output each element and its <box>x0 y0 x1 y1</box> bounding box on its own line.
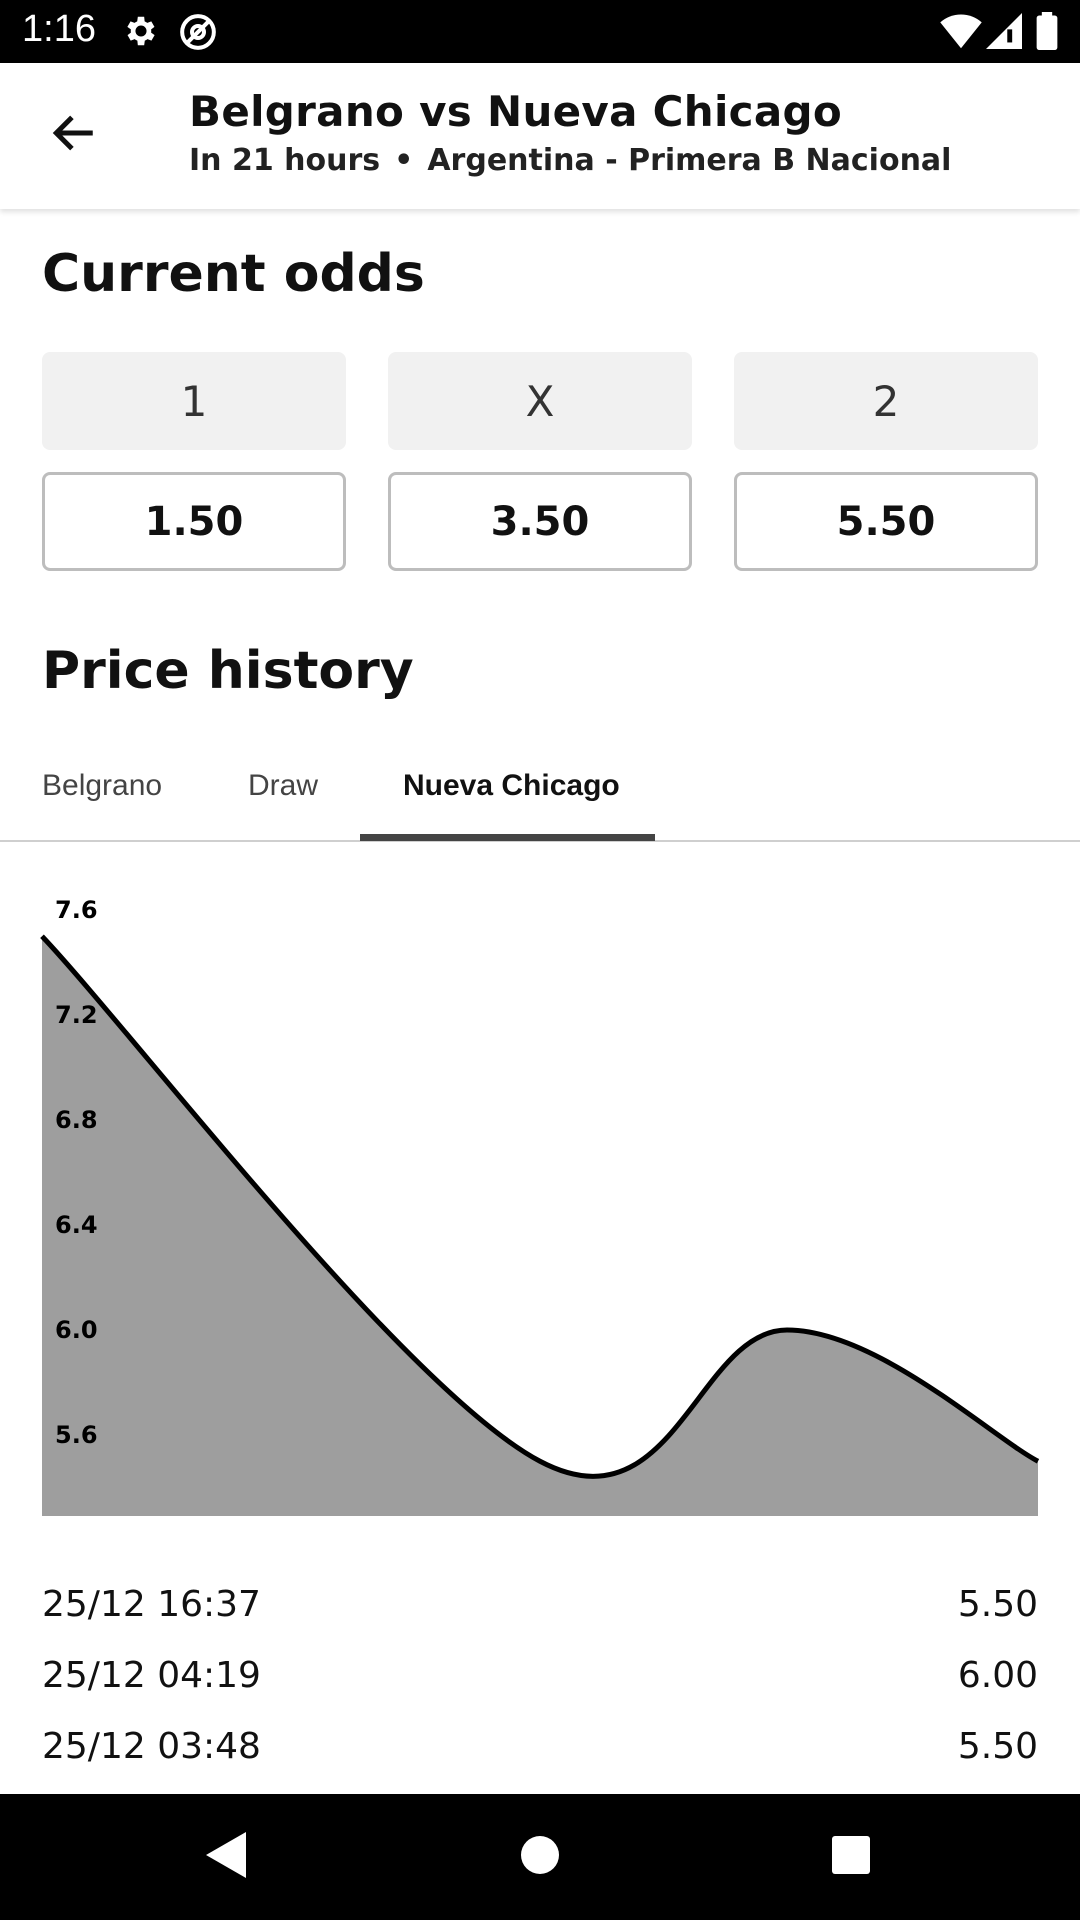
nav-home-button[interactable] <box>507 1824 573 1890</box>
status-bar: 1:16 <box>0 0 1080 63</box>
nav-back-button[interactable] <box>192 1824 258 1890</box>
odds-label-home: 1 <box>42 352 346 450</box>
tab-nueva-chicago[interactable]: Nueva Chicago <box>403 730 620 842</box>
nav-recents-button[interactable] <box>818 1824 884 1890</box>
cell-signal-icon <box>986 12 1022 55</box>
status-time: 1:16 <box>22 8 96 50</box>
odds-button-home[interactable]: 1.50 <box>42 472 346 571</box>
time-until: In 21 hours <box>189 143 381 178</box>
back-button[interactable] <box>36 97 112 173</box>
tab-indicator <box>360 834 655 841</box>
separator-dot: • <box>394 143 414 178</box>
app-bar: Belgrano vs Nueva Chicago In 21 hours • Ar… <box>0 63 1080 209</box>
back-triangle-icon <box>202 1830 248 1885</box>
y-tick-label: 7.2 <box>55 1001 98 1029</box>
current-odds-heading: Current odds <box>42 244 425 304</box>
history-time: 25/12 03:48 <box>42 1726 261 1767</box>
home-circle-icon <box>519 1834 561 1881</box>
history-price: 5.50 <box>957 1584 1038 1625</box>
arrow-left-icon <box>49 108 99 163</box>
odds-button-away[interactable]: 5.50 <box>734 472 1038 571</box>
history-row: 25/12 03:48 5.50 <box>42 1726 1038 1786</box>
history-row: 25/12 04:19 6.00 <box>42 1655 1038 1715</box>
y-tick-label: 6.4 <box>55 1211 98 1239</box>
wifi-icon <box>940 12 982 55</box>
odds-button-draw[interactable]: 3.50 <box>388 472 692 571</box>
system-nav-bar <box>0 1794 1080 1920</box>
price-history-heading: Price history <box>42 641 414 701</box>
odds-label-away: 2 <box>734 352 1038 450</box>
y-tick-label: 6.8 <box>55 1106 98 1134</box>
y-tick-label: 7.6 <box>55 896 98 924</box>
battery-icon <box>1036 12 1058 55</box>
odds-label-draw: X <box>388 352 692 450</box>
match-title: Belgrano vs Nueva Chicago <box>189 87 843 136</box>
history-time: 25/12 16:37 <box>42 1584 261 1625</box>
y-tick-label: 6.0 <box>55 1316 98 1344</box>
history-time: 25/12 04:19 <box>42 1655 261 1696</box>
chart-area-fill <box>42 936 1038 1516</box>
at-sign-icon <box>178 12 218 57</box>
history-price: 5.50 <box>957 1726 1038 1767</box>
price-history-chart: 7.6 7.2 6.8 6.4 6.0 5.6 <box>40 896 1040 1516</box>
y-tick-label: 5.6 <box>55 1421 98 1449</box>
recents-square-icon <box>830 1834 872 1881</box>
history-price: 6.00 <box>957 1655 1038 1696</box>
price-history-tabs: Belgrano Draw Nueva Chicago <box>0 730 1080 842</box>
league-name: Argentina - Primera B Nacional <box>427 143 952 178</box>
tab-draw[interactable]: Draw <box>248 730 318 842</box>
gear-icon <box>122 12 160 55</box>
match-subtitle: In 21 hours • Argentina - Primera B Nacion… <box>189 143 951 178</box>
tab-belgrano[interactable]: Belgrano <box>42 730 162 842</box>
history-row: 25/12 16:37 5.50 <box>42 1584 1038 1644</box>
